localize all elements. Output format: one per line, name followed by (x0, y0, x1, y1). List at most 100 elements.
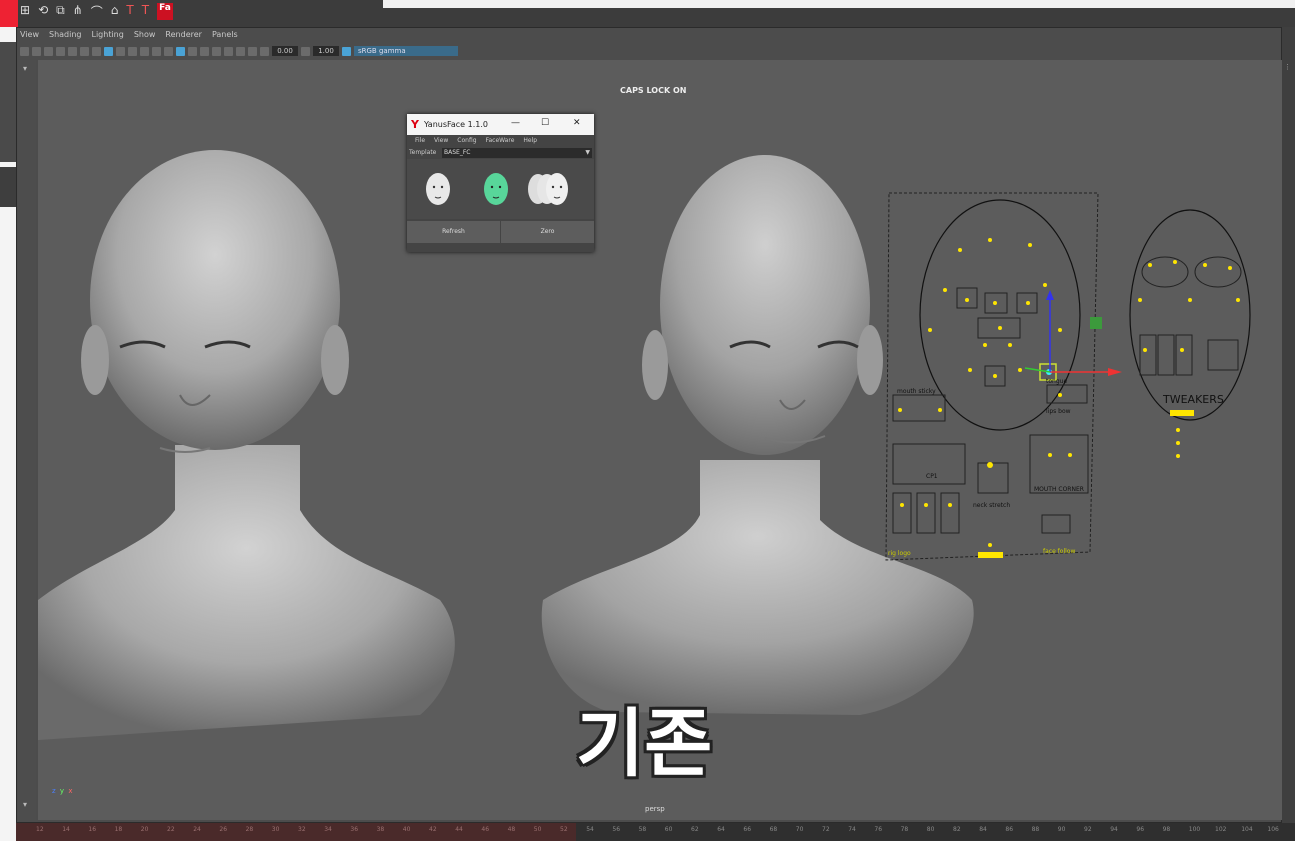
timeline-tick: 70 (795, 826, 804, 833)
face-single-icon[interactable] (426, 173, 450, 205)
rig-label-cp1: CP1 (926, 473, 938, 480)
xray-icon[interactable] (164, 46, 173, 56)
timeline-tick: 60 (664, 826, 673, 833)
timeline-tick: 100 (1188, 826, 1201, 833)
image-plane-icon[interactable] (56, 46, 65, 56)
menu-view[interactable]: View (20, 30, 39, 42)
menu-show[interactable]: Show (134, 30, 156, 42)
film-gate-icon[interactable] (92, 46, 101, 56)
axis-x-label: x (68, 787, 73, 795)
menu-lighting[interactable]: Lighting (91, 30, 123, 42)
window-title: YanusFace 1.1.0 (424, 120, 488, 129)
yanusface-titlebar[interactable]: Y YanusFace 1.1.0 — ☐ ✕ (407, 114, 594, 135)
t2-tool-icon[interactable]: T (142, 3, 149, 20)
timeline-tick: 90 (1057, 826, 1066, 833)
smooth-shade-icon[interactable] (116, 46, 125, 56)
left-panel-strip (0, 27, 16, 841)
fa-plugin-icon[interactable]: Fa (157, 3, 173, 20)
rig-label-mouth-corner: MOUTH CORNER (1034, 486, 1084, 493)
move-tool-icon[interactable]: ⊞ (20, 3, 30, 20)
timeline-tick: 92 (1084, 826, 1092, 833)
motion-blur-icon[interactable] (188, 46, 197, 56)
head-model-left[interactable] (38, 150, 455, 740)
face-multi-icon[interactable] (528, 173, 568, 205)
collapse-up-icon[interactable]: ▾ (23, 64, 27, 73)
isolate-icon[interactable] (224, 46, 233, 56)
channel-box-tab-icon[interactable]: ⋮ (1284, 63, 1291, 71)
timeline-tick: 94 (1110, 826, 1118, 833)
shelf-marker (0, 0, 18, 27)
lock-camera-icon[interactable] (68, 46, 77, 56)
time-slider[interactable]: 12 14 16 18 20 22 24 26 28 30 32 34 36 38 40 42 44 46 48 50… (16, 823, 1295, 841)
timeline-tick: 40 (402, 826, 411, 833)
rig-label-rig-logo: rig logo (888, 550, 911, 557)
camera-attr-icon[interactable] (32, 46, 41, 56)
timeline-tick: 22 (167, 826, 175, 833)
hud-icon[interactable] (248, 46, 257, 56)
menu-shading[interactable]: Shading (49, 30, 82, 42)
dof-icon[interactable] (212, 46, 221, 56)
scale-tool-icon[interactable]: ⧉ (56, 3, 65, 20)
shadows-icon[interactable] (152, 46, 161, 56)
plugin-menu-config[interactable]: Config (457, 135, 476, 147)
timeline-tick: 32 (298, 826, 306, 833)
plugin-menu-faceware[interactable]: FaceWare (486, 135, 515, 147)
timeline-tick: 34 (324, 826, 332, 833)
color-mgmt-icon[interactable] (342, 46, 351, 56)
close-button[interactable]: ✕ (573, 118, 581, 128)
tool-box (0, 42, 16, 162)
minimize-button[interactable]: — (511, 118, 520, 128)
plugin-menu-view[interactable]: View (434, 135, 448, 147)
bookmark-icon[interactable] (44, 46, 53, 56)
rig-label-tweakers: TWEAKERS (1163, 393, 1224, 406)
render-icon[interactable]: ⌂ (111, 3, 119, 20)
menu-panels[interactable]: Panels (212, 30, 238, 42)
timeline-tick: 16 (88, 826, 97, 833)
snap-icon[interactable]: ⋔ (73, 3, 83, 20)
plugin-menu-file[interactable]: File (415, 135, 425, 147)
timeline-tick: 18 (114, 826, 123, 833)
gamma-icon[interactable] (301, 46, 310, 56)
face-rig-board[interactable] (885, 192, 1251, 561)
maximize-button[interactable]: ☐ (541, 118, 549, 128)
timeline-tick: 104 (1241, 826, 1253, 833)
t-tool-icon[interactable]: T (126, 3, 133, 20)
menu-renderer[interactable]: Renderer (165, 30, 202, 42)
grid-icon[interactable] (80, 46, 89, 56)
lighting-icon[interactable] (140, 46, 149, 56)
timeline-tick: 72 (822, 826, 830, 833)
timeline-tick: 46 (481, 826, 490, 833)
timeline-tick: 56 (612, 826, 621, 833)
xray-joints-icon[interactable] (236, 46, 245, 56)
head-model-right[interactable] (541, 155, 974, 715)
wireframe-icon[interactable] (104, 46, 113, 56)
zero-button[interactable]: Zero (501, 221, 594, 243)
template-dropdown[interactable]: BASE_FC (442, 148, 592, 158)
textured-icon[interactable] (128, 46, 137, 56)
aa-icon[interactable] (200, 46, 209, 56)
timeline-tick: 78 (900, 826, 909, 833)
camera-icon[interactable] (20, 46, 29, 56)
color-space-dropdown[interactable]: sRGB gamma (354, 46, 458, 56)
exposure-icon[interactable] (260, 46, 269, 56)
refresh-button[interactable]: Refresh (407, 221, 500, 243)
maya-top-toolbar: ⊞ ⟲ ⧉ ⋔ ⌒ ⌂ T T Fa (0, 0, 1295, 27)
ao-icon[interactable] (176, 46, 185, 56)
curve-icon[interactable]: ⌒ (91, 3, 103, 20)
timeline-tick: 30 (271, 826, 280, 833)
rig-label-tongue: tongue (1046, 378, 1068, 385)
timeline-tick: 48 (507, 826, 516, 833)
rig-label-lips-bow: lips bow (1046, 408, 1071, 415)
rotate-tool-icon[interactable]: ⟲ (38, 3, 48, 20)
collapse-down-icon[interactable]: ▾ (23, 800, 27, 809)
timeline-tick: 96 (1136, 826, 1145, 833)
exposure-field[interactable]: 0.00 (272, 46, 298, 56)
face-selected-icon[interactable] (484, 173, 508, 205)
chevron-down-icon[interactable]: ▼ (585, 147, 590, 159)
plugin-menu-bar: File View Config FaceWare Help (407, 135, 594, 147)
plugin-menu-help[interactable]: Help (523, 135, 537, 147)
yanusface-logo-icon: Y (411, 118, 419, 131)
gamma-field[interactable]: 1.00 (313, 46, 339, 56)
axis-z-label: z (52, 787, 56, 795)
timeline-tick: 38 (376, 826, 385, 833)
